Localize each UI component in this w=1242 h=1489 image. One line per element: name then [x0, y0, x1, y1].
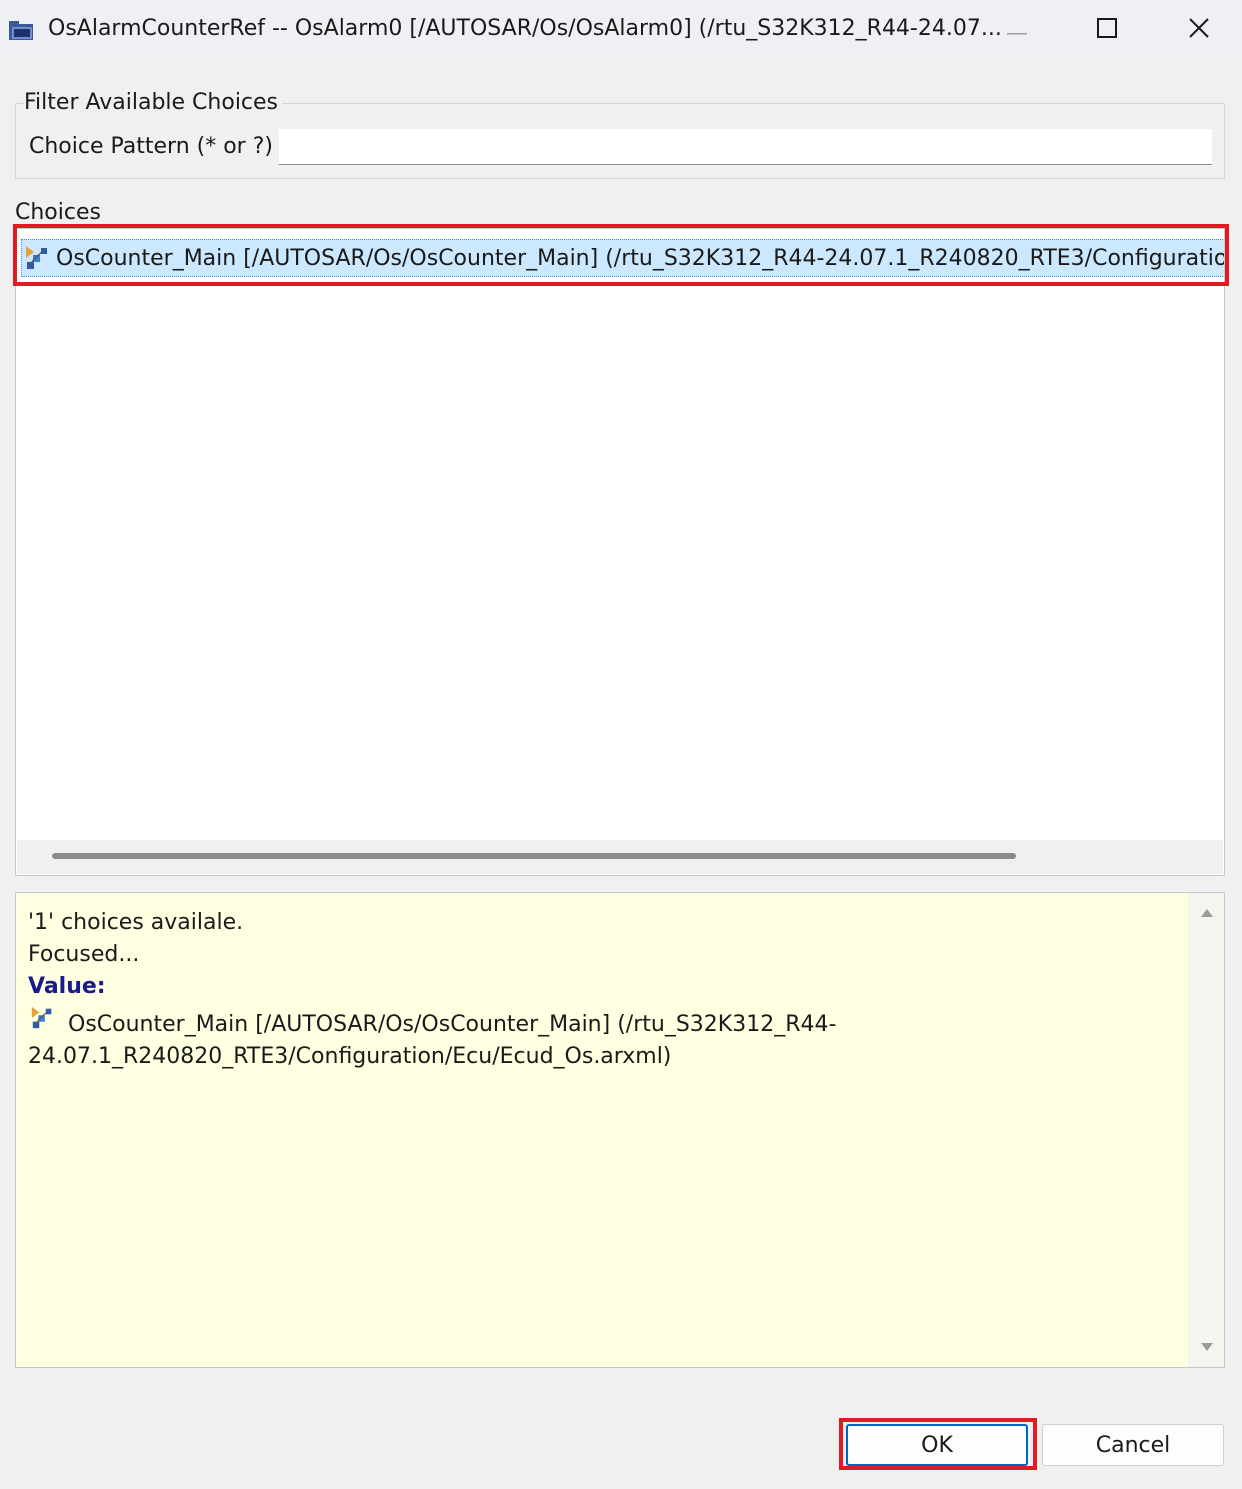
- horizontal-scroll-thumb[interactable]: [52, 853, 1016, 859]
- value-text-line-2: 24.07.1_R240820_RTE3/Configuration/Ecu/E…: [28, 1044, 672, 1069]
- value-text-line-1: OsCounter_Main [/AUTOSAR/Os/OsCounter_Ma…: [68, 1012, 837, 1037]
- info-panel: '1' choices availale. Focused... Value: …: [15, 892, 1225, 1368]
- close-icon: [1188, 17, 1210, 43]
- choice-pattern-input[interactable]: [279, 129, 1212, 165]
- choice-pattern-label: Choice Pattern (* or ?): [29, 134, 273, 159]
- choices-count-text: '1' choices availale.: [28, 910, 244, 935]
- cancel-button[interactable]: Cancel: [1042, 1424, 1224, 1466]
- title-bar[interactable]: OsAlarmCounterRef -- OsAlarm0 [/AUTOSAR/…: [0, 0, 1242, 60]
- choice-item-oscounter-main[interactable]: OsCounter_Main [/AUTOSAR/Os/OsCounter_Ma…: [21, 239, 1224, 277]
- filter-group-title: Filter Available Choices: [24, 90, 283, 115]
- choice-item-label: OsCounter_Main [/AUTOSAR/Os/OsCounter_Ma…: [56, 245, 1224, 271]
- counter-element-icon: [24, 244, 52, 272]
- folder-window-icon: [8, 18, 36, 42]
- focused-text: Focused...: [28, 942, 140, 967]
- window-title: OsAlarmCounterRef -- OsAlarm0 [/AUTOSAR/…: [48, 16, 1002, 41]
- ok-button[interactable]: OK: [846, 1424, 1028, 1466]
- minimize-button[interactable]: [970, 0, 1064, 60]
- value-label: Value:: [28, 974, 106, 999]
- scroll-down-icon[interactable]: [1201, 1343, 1213, 1351]
- minimize-icon: [1007, 21, 1027, 40]
- choices-list[interactable]: OsCounter_Main [/AUTOSAR/Os/OsCounter_Ma…: [15, 228, 1225, 876]
- close-button[interactable]: [1152, 0, 1242, 60]
- scroll-up-icon[interactable]: [1201, 909, 1213, 917]
- choices-label: Choices: [15, 200, 101, 225]
- horizontal-scrollbar[interactable]: [17, 840, 1223, 874]
- maximize-button[interactable]: [1060, 0, 1154, 60]
- maximize-icon: [1097, 18, 1117, 42]
- counter-element-icon: [30, 1005, 56, 1031]
- vertical-scrollbar[interactable]: [1188, 893, 1224, 1367]
